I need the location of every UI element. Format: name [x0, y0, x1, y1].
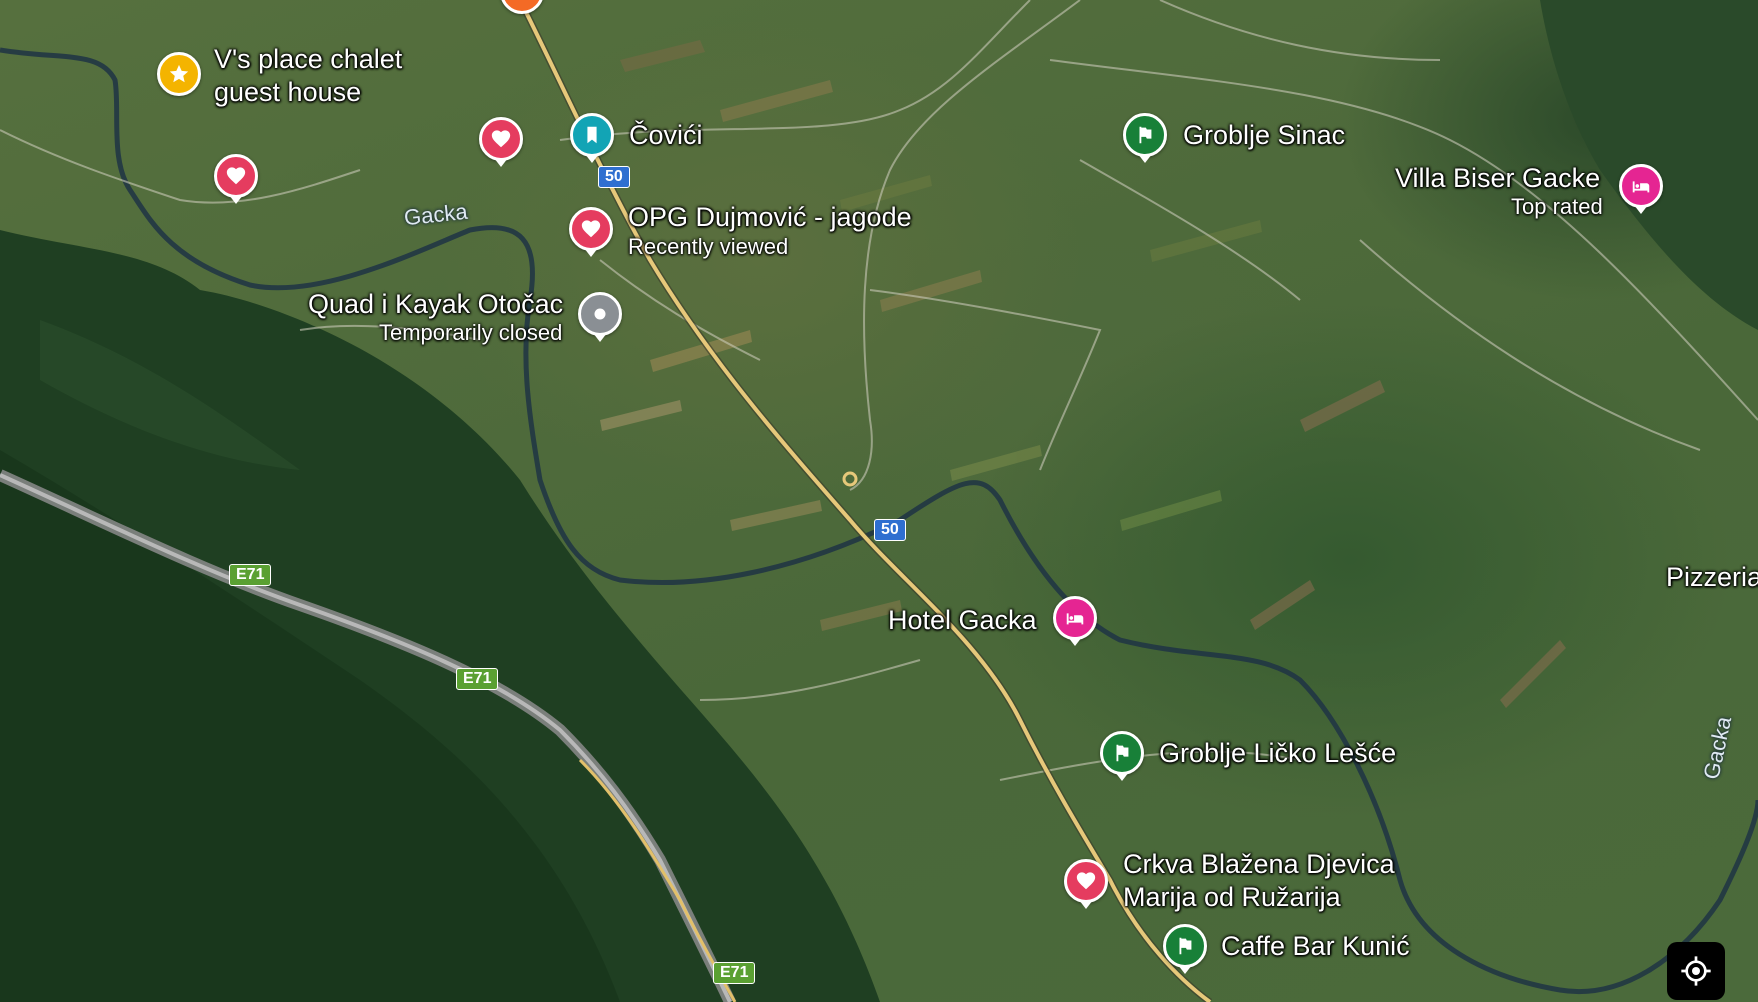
- heart-icon: [569, 207, 613, 257]
- road-shield-e71: E71: [456, 668, 499, 690]
- road-shield-e71: E71: [229, 564, 272, 586]
- roundabout: [842, 471, 858, 487]
- my-location-button[interactable]: [1667, 942, 1725, 1000]
- place-label-line: V's place chalet: [214, 44, 403, 74]
- heart-icon: [479, 117, 523, 167]
- place-sublabel: Top rated: [1511, 194, 1603, 219]
- road-shield-50: 50: [598, 166, 630, 188]
- place-sublabel: Temporarily closed: [379, 320, 563, 345]
- heart-icon: [1064, 859, 1108, 909]
- place-label: Caffe Bar Kunić: [1221, 931, 1410, 961]
- dot-icon: [578, 292, 622, 342]
- place-label: Villa Biser Gacke: [1395, 163, 1601, 193]
- map-base-layer: [0, 0, 1758, 1002]
- place-label: Groblje Sinac: [1183, 120, 1346, 150]
- place-label: Groblje Ličko Lešće: [1159, 738, 1397, 768]
- place-sublabel: Recently viewed: [628, 234, 789, 259]
- satellite-map[interactable]: 50 50 E71 E71 E71 Gacka Gacka V's place …: [0, 0, 1758, 1002]
- road-shield-50: 50: [874, 519, 906, 541]
- star-icon: [157, 52, 201, 96]
- heart-icon: [214, 154, 258, 204]
- place-label-line: guest house: [214, 77, 362, 107]
- flag-icon: [1100, 731, 1144, 781]
- place-label-line: Marija od Ružarija: [1123, 882, 1341, 912]
- place-label: Hotel Gacka: [888, 605, 1037, 635]
- my-location-icon: [1681, 956, 1711, 986]
- bed-icon: [1619, 164, 1663, 214]
- flag-icon: [1163, 924, 1207, 974]
- place-label: OPG Dujmović - jagode: [628, 202, 912, 232]
- bookmark-icon: [570, 113, 614, 163]
- place-label: Quad i Kayak Otočac: [308, 289, 564, 319]
- flag-icon: [1123, 113, 1167, 163]
- place-label-line: Crkva Blažena Djevica: [1123, 849, 1395, 879]
- road-shield-e71: E71: [713, 962, 756, 984]
- bed-icon: [1053, 596, 1097, 646]
- place-label: Čovići: [629, 120, 703, 150]
- place-label-pizzeria[interactable]: Pizzeria: [1666, 561, 1758, 593]
